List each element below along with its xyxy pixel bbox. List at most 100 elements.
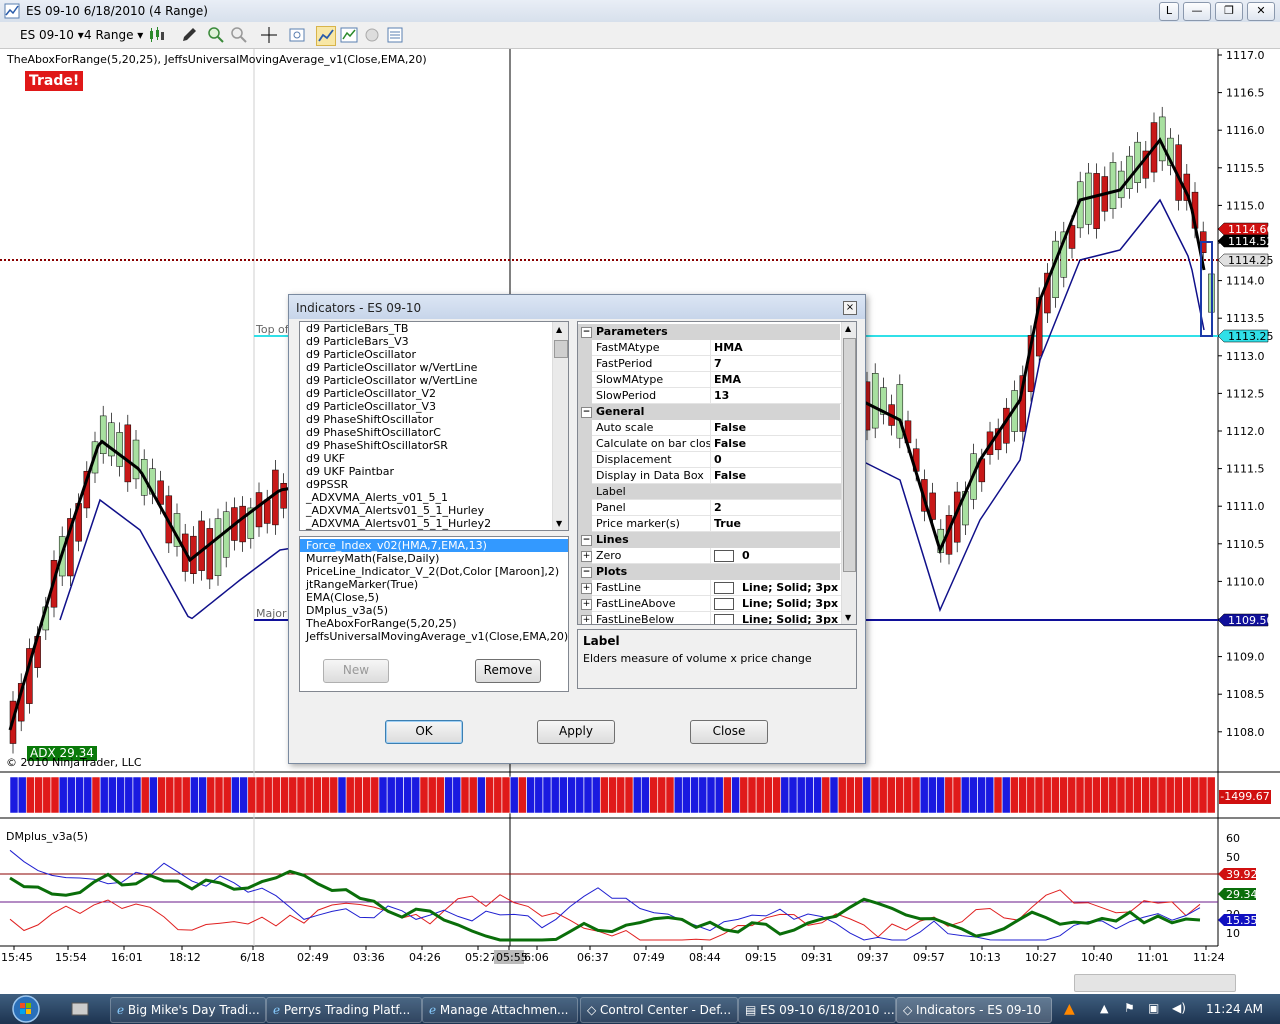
window-titlebar[interactable]: ES 09-10 6/18/2010 (4 Range) L — ❐ ✕ bbox=[0, 0, 1280, 23]
collapse-icon[interactable]: − bbox=[581, 327, 592, 338]
taskbar-item-attachments[interactable]: ℯ Manage Attachmen... bbox=[422, 997, 578, 1023]
available-indicator-item[interactable]: d9 ParticleOscillator w/VertLine bbox=[300, 361, 568, 374]
tray-arrow-icon[interactable]: ▲ bbox=[1100, 1002, 1108, 1015]
expand-icon[interactable]: + bbox=[581, 615, 592, 624]
property-value[interactable]: 0 bbox=[742, 549, 750, 562]
property-value[interactable]: 0 bbox=[714, 453, 722, 466]
tray-vlc-icon[interactable]: ▲ bbox=[1064, 1001, 1075, 1017]
available-indicator-item[interactable]: _ADXVMA_Alerts_v01_5_1 bbox=[300, 491, 568, 504]
configured-indicator-item[interactable]: PriceLine_Indicator_V_2(Dot,Color [Maroo… bbox=[300, 565, 568, 578]
tray-flag-icon[interactable]: ⚑ bbox=[1124, 1001, 1135, 1015]
available-indicator-item[interactable]: d9PSSR bbox=[300, 478, 568, 491]
available-indicator-item[interactable]: d9 PhaseShiftOscillatorC bbox=[300, 426, 568, 439]
property-row[interactable]: Panel 2 bbox=[578, 500, 842, 516]
apply-button[interactable]: Apply bbox=[537, 720, 615, 744]
available-indicator-item[interactable]: _ADXVMA_Alertsv01_5_1_Hurley2 bbox=[300, 517, 568, 530]
zoom-in-icon[interactable] bbox=[207, 26, 225, 44]
strategies-icon[interactable] bbox=[340, 26, 358, 44]
global-crosshair-icon[interactable] bbox=[363, 26, 381, 44]
property-grid-scrollbar[interactable]: ▲ ▼ bbox=[841, 322, 856, 624]
property-row[interactable]: SlowMAtype EMA bbox=[578, 372, 842, 388]
configured-indicator-item[interactable]: EMA(Close,5) bbox=[300, 591, 568, 604]
property-value[interactable]: HMA bbox=[714, 341, 743, 354]
available-indicator-item[interactable]: d9 PhaseShiftOscillator bbox=[300, 413, 568, 426]
new-button[interactable]: New bbox=[323, 659, 389, 683]
configured-indicator-item[interactable]: TheAboxForRange(5,20,25) bbox=[300, 617, 568, 630]
property-value[interactable]: 13 bbox=[714, 389, 729, 402]
available-indicator-item[interactable]: d9 ParticleBars_TB bbox=[300, 322, 568, 335]
available-indicator-item[interactable]: d9 ParticleBars_V3 bbox=[300, 335, 568, 348]
property-value[interactable]: Line; Solid; 3px bbox=[742, 613, 838, 624]
expand-icon[interactable]: + bbox=[581, 551, 592, 562]
collapse-icon[interactable]: − bbox=[581, 407, 592, 418]
property-row[interactable]: FastMAtype HMA bbox=[578, 340, 842, 356]
draw-pencil-icon[interactable] bbox=[180, 26, 198, 44]
available-indicator-item[interactable]: d9 UKF Paintbar bbox=[300, 465, 568, 478]
candlestick-style-icon[interactable] bbox=[148, 26, 166, 44]
available-indicator-item[interactable]: d9 PhaseShiftOscillatorSR bbox=[300, 439, 568, 452]
collapse-icon[interactable]: − bbox=[581, 567, 592, 578]
taskbar-item-bigmike[interactable]: ℯ Big Mike's Day Tradi... bbox=[110, 997, 266, 1023]
dialog-close-button[interactable]: Close bbox=[690, 720, 768, 744]
crosshair-icon[interactable] bbox=[260, 26, 278, 44]
configured-indicator-item[interactable]: DMplus_v3a(5) bbox=[300, 604, 568, 617]
property-row[interactable]: + FastLine Line; Solid; 3px bbox=[578, 580, 842, 596]
property-value[interactable]: 7 bbox=[714, 357, 722, 370]
available-indicator-item[interactable]: d9 ParticleOscillator_V2 bbox=[300, 387, 568, 400]
configured-indicator-item[interactable]: MurreyMath(False,Daily) bbox=[300, 552, 568, 565]
property-row[interactable]: Price marker(s) True bbox=[578, 516, 842, 532]
property-row[interactable]: Display in Data Box False bbox=[578, 468, 842, 484]
category-plots[interactable]: − Plots bbox=[578, 564, 840, 580]
link-button[interactable]: L bbox=[1159, 2, 1179, 21]
configured-indicator-item[interactable]: JeffsUniversalMovingAverage_v1(Close,EMA… bbox=[300, 630, 568, 643]
indicators-icon[interactable] bbox=[316, 26, 336, 46]
category-parameters[interactable]: − Parameters bbox=[578, 324, 840, 340]
available-indicator-item[interactable]: d9 UKF bbox=[300, 452, 568, 465]
property-row[interactable]: Displacement 0 bbox=[578, 452, 842, 468]
chart-horizontal-scrollbar[interactable] bbox=[1074, 974, 1236, 992]
quicklaunch-icon[interactable] bbox=[70, 1000, 90, 1018]
property-value[interactable]: False bbox=[714, 469, 746, 482]
ok-button[interactable]: OK bbox=[385, 720, 463, 744]
expand-icon[interactable]: + bbox=[581, 583, 592, 594]
tray-network-icon[interactable]: ▣ bbox=[1148, 1001, 1159, 1015]
expand-icon[interactable]: + bbox=[581, 599, 592, 610]
property-row[interactable]: + FastLineAbove Line; Solid; 3px bbox=[578, 596, 842, 612]
taskbar-clock[interactable]: 11:24 AM bbox=[1206, 1002, 1263, 1016]
category-general[interactable]: − General bbox=[578, 404, 840, 420]
property-row[interactable]: FastPeriod 7 bbox=[578, 356, 842, 372]
property-value[interactable]: 2 bbox=[714, 501, 722, 514]
category-lines[interactable]: − Lines bbox=[578, 532, 840, 548]
configured-indicator-item[interactable]: jtRangeMarker(True) bbox=[300, 578, 568, 591]
configured-indicator-item[interactable]: Force_Index_v02(HMA,7,EMA,13) bbox=[300, 539, 568, 552]
minimize-button[interactable]: — bbox=[1183, 2, 1211, 21]
property-value[interactable]: Line; Solid; 3px bbox=[742, 597, 838, 610]
taskbar-item-chart[interactable]: ▤ ES 09-10 6/18/2010 ... bbox=[738, 997, 896, 1023]
start-button-icon[interactable] bbox=[8, 994, 44, 1024]
property-row[interactable]: + Zero 0 bbox=[578, 548, 842, 564]
property-row[interactable]: + FastLineBelow Line; Solid; 3px bbox=[578, 612, 840, 624]
available-indicator-item[interactable]: _ADXVMA_Alertsv01_5_1_Hurley bbox=[300, 504, 568, 517]
property-grid[interactable]: − Parameters FastMAtype HMA FastPeriod 7 SlowM… bbox=[577, 321, 857, 625]
available-indicators-list[interactable]: d9 ParticleBars_TB d9 ParticleBars_V3 d9 P… bbox=[299, 321, 569, 531]
dialog-close-icon[interactable]: × bbox=[843, 301, 857, 315]
taskbar-item-perrys[interactable]: ℯ Perrys Trading Platf... bbox=[266, 997, 422, 1023]
remove-button[interactable]: Remove bbox=[475, 659, 541, 683]
available-indicator-item[interactable]: d9 ParticleOscillator_V3 bbox=[300, 400, 568, 413]
available-indicator-item[interactable]: d9 ParticleOscillator w/VertLine bbox=[300, 374, 568, 387]
properties-icon[interactable] bbox=[288, 26, 306, 44]
maximize-button[interactable]: ❐ bbox=[1215, 2, 1243, 21]
property-value[interactable]: False bbox=[714, 421, 746, 434]
property-row[interactable]: Label bbox=[578, 484, 842, 500]
taskbar-item-control-center[interactable]: ◇ Control Center - Def... bbox=[580, 997, 738, 1023]
property-value[interactable]: Line; Solid; 3px bbox=[742, 581, 838, 594]
available-indicator-item[interactable]: d9 ParticleOscillator bbox=[300, 348, 568, 361]
collapse-icon[interactable]: − bbox=[581, 535, 592, 546]
property-value[interactable]: True bbox=[714, 517, 741, 530]
taskbar-item-indicators[interactable]: ◇ Indicators - ES 09-10 bbox=[896, 997, 1052, 1023]
property-row[interactable]: SlowPeriod 13 bbox=[578, 388, 842, 404]
property-row[interactable]: Calculate on bar close False bbox=[578, 436, 842, 452]
zoom-out-icon[interactable] bbox=[230, 26, 248, 44]
property-row[interactable]: Auto scale False bbox=[578, 420, 842, 436]
period-selector[interactable]: 4 Range ▾ bbox=[84, 26, 143, 44]
